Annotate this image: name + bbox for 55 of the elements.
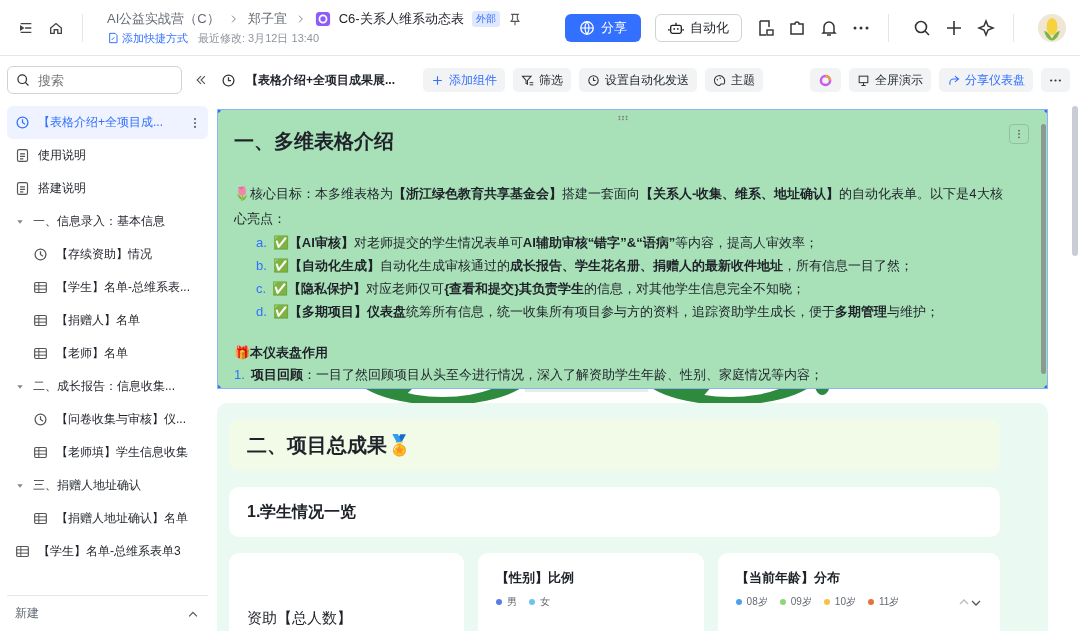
subsection-title: 1.学生情况一览 [229,487,1000,537]
list-marker: d. [256,303,267,321]
sidebar-item[interactable]: 【学生】名单-总维系表... [7,271,208,304]
present-button[interactable]: 全屏演示 [849,68,931,92]
list-item-text: ✅【隐私保护】对应老师仅可{查看和提交}其负责学生的信息，对其他学生信息完全不知晓； [272,280,806,298]
list-marker: c. [256,280,267,298]
sidebar-item[interactable]: 搭建说明 [7,172,208,205]
legend-label: 09岁 [790,595,812,609]
toolbar-button[interactable]: 添加组件 [423,68,505,92]
external-badge: 外部 [471,10,500,27]
sidebar-item[interactable]: 三、捐赠人地址确认 [7,469,208,502]
sidebar-item[interactable]: 【学生】名单-总维系表单3 [7,535,208,568]
section-title: 二、项目总成果🏅 [229,419,1000,471]
share-dashboard-button[interactable]: 分享仪表盘 [939,68,1033,92]
sidebar-item[interactable]: 【捐赠人】名单 [7,304,208,337]
automation-button[interactable]: 自动化 [655,13,742,42]
legend-label: 11岁 [878,595,900,609]
breadcrumb-link[interactable]: AI公益实战营（C） [107,9,220,28]
intro-paragraph: 🌷核心目标：本多维表格为【浙江绿色教育共享基金会】搭建一套面向【关系人-收集、维系、地址确认】的自动化表单。以下是4大核心亮点： [234,185,1004,228]
legend-label: 08岁 [746,595,768,609]
list-marker: b. [256,257,267,275]
list-item-text: 项目回顾：一目了然回顾项目从头至今进行情况，深入了解资助学生年龄、性别、家庭情况等内容； [250,366,823,384]
card-title: 【性别】比例 [496,569,576,587]
sidebar-item[interactable]: 【捐赠人地址确认】名单 [7,502,208,535]
sidebar-item[interactable]: 【老师填】学生信息收集 [7,436,208,469]
list-marker: 1. [234,366,245,384]
last-modified-text: 最近修改: 3月12日 13:40 [198,30,320,46]
toolbar-button[interactable]: 主题 [705,68,763,92]
sidebar-item[interactable]: 【老师】名单 [7,337,208,370]
toolbar-button[interactable]: 设置自动化发送 [579,68,697,92]
search-field[interactable]: 搜索 [7,66,182,94]
sidebar-item[interactable]: 使用说明 [7,139,208,172]
subheading: 🎁本仪表盘作用 [234,344,329,362]
sidebar-item[interactable]: 一、信息录入：基本信息 [7,205,208,238]
share-button[interactable]: 分享 [565,13,641,42]
new-button[interactable]: 新建 [15,605,39,622]
sidebar-item[interactable]: 二、成长报告：信息收集... [7,370,208,403]
sidebar-item[interactable]: 【问卷收集与审核】仪... [7,403,208,436]
toolbar-button[interactable]: 筛选 [513,68,571,92]
list-item-text: ✅【多期项目】仪表盘统筹所有信息，统一收集所有项目参与方的资料，追踪资助学生成长，便于多期管理与维护； [272,303,939,321]
list-item-text: ✅【AI审核】对老师提交的学生情况表单可AI辅助审核“错字”&“语病”等内容，提高人审效率； [272,234,819,252]
sidebar-item[interactable]: 【表格介绍+全项目成... [7,106,208,139]
list-marker: a. [256,234,267,252]
legend-label: 男 [507,595,518,609]
card-title: 【当前年龄】分布 [735,569,841,587]
breadcrumb-link[interactable]: 郑子宜 [247,9,287,28]
add-shortcut-link[interactable]: 添加快捷方式 [107,30,188,46]
legend-label: 10岁 [834,595,856,609]
list-item-text: ✅【自动化生成】自动化生成审核通过的成长报告、学生花名册、捐赠人的最新收件地址，所有信息一目了然； [272,257,913,275]
card-title: 资助【总人数】 [247,609,353,628]
dashboard-title: 【表格介绍+全项目成果展... [246,71,395,89]
sidebar-item[interactable]: 【存续资助】情况 [7,238,208,271]
document-title: C6-关系人维系动态表 [338,9,464,28]
section-heading: 一、多维表格介绍 [234,129,395,154]
legend-label: 女 [540,595,551,609]
